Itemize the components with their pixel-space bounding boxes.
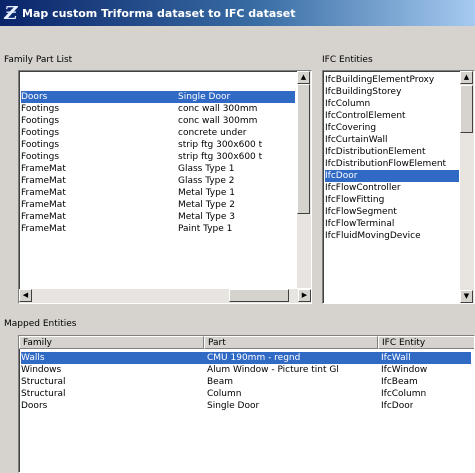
part-cell: Single Door — [178, 92, 231, 102]
mapped-entities-table[interactable]: Family Part IFC Entity Walls CMU 190mm - … — [18, 335, 475, 473]
ifc-entity-cell: IfcColumn — [381, 389, 427, 399]
part-cell: conc wall 300mm — [178, 116, 258, 126]
family-cell: Footings — [21, 104, 60, 114]
scroll-right-arrow-icon[interactable]: ▶ — [298, 289, 311, 302]
table-row[interactable]: Windows Alum Window - Picture tint Gl IfcW… — [21, 364, 471, 376]
list-item[interactable]: Footings conc wall 300mm — [21, 115, 295, 127]
ifc-entity-cell: IfcWindow — [381, 365, 428, 375]
part-cell: Metal Type 1 — [178, 188, 235, 198]
list-item[interactable]: FrameMat Metal Type 2 — [21, 199, 295, 211]
part-cell: Single Door — [207, 401, 260, 411]
mapped-entities-label: Mapped Entities — [4, 319, 77, 329]
part-cell: Metal Type 2 — [178, 200, 235, 210]
column-header-ifc-entity[interactable]: IFC Entity — [378, 336, 474, 349]
list-item[interactable]: Footings conc wall 300mm — [21, 103, 295, 115]
scroll-thumb[interactable] — [460, 85, 473, 133]
ifc-entity-item[interactable]: IfcCovering — [325, 122, 459, 134]
table-row[interactable]: Structural Column IfcColumn — [21, 388, 471, 400]
family-cell: Structural — [21, 377, 66, 387]
hscroll-thumb[interactable] — [229, 289, 289, 302]
column-header-part[interactable]: Part — [204, 336, 378, 349]
app-logo-icon: Ƶ — [4, 2, 18, 24]
part-cell: concrete under — [178, 128, 247, 138]
family-cell: Footings — [21, 116, 60, 126]
family-cell: FrameMat — [21, 212, 66, 222]
family-cell: Structural — [21, 389, 66, 399]
family-part-list-label: Family Part List — [4, 55, 73, 65]
ifc-entity-item[interactable]: IfcDistributionElement — [325, 146, 459, 158]
part-cell: Metal Type 3 — [178, 212, 235, 222]
ifc-entity-cell: IfcDoor — [381, 401, 414, 411]
ifc-entity-item[interactable]: IfcBuildingStorey — [325, 86, 459, 98]
part-cell: Paint Type 1 — [178, 224, 233, 234]
ifc-entity-item[interactable]: IfcControlElement — [325, 110, 459, 122]
scroll-up-arrow-icon[interactable]: ▲ — [460, 71, 473, 84]
family-cell: FrameMat — [21, 164, 66, 174]
family-part-list-vscroll[interactable]: ▲ ▼ — [297, 71, 311, 288]
part-cell: Column — [207, 389, 242, 399]
part-cell: Beam — [207, 377, 233, 387]
family-cell: Footings — [21, 152, 60, 162]
family-cell: Windows — [21, 365, 62, 375]
family-cell: Footings — [21, 140, 60, 150]
ifc-entity-cell: IfcWall — [381, 353, 411, 363]
list-item[interactable]: FrameMat Glass Type 1 — [21, 163, 295, 175]
ifc-entity-item[interactable]: IfcDoor — [325, 170, 459, 182]
title-bar[interactable]: Ƶ Map custom Triforma dataset to IFC dat… — [0, 0, 475, 26]
family-part-list[interactable]: Doors Single Door Footings conc wall 300mm F… — [18, 70, 312, 304]
part-cell: strip ftg 300x600 t — [178, 140, 263, 150]
family-cell: Walls — [21, 353, 45, 363]
ifc-entity-item[interactable]: IfcFluidMovingDevice — [325, 230, 459, 242]
list-item[interactable]: Footings concrete under — [21, 127, 295, 139]
ifc-entity-item[interactable]: IfcDistributionFlowElement — [325, 158, 459, 170]
ifc-entity-item[interactable]: IfcFlowTerminal — [325, 218, 459, 230]
ifc-entity-item[interactable]: IfcFlowSegment — [325, 206, 459, 218]
ifc-entities-list[interactable]: IfcBuildingElementProxy IfcBuildingStorey… — [322, 70, 475, 304]
family-cell: FrameMat — [21, 224, 66, 234]
ifc-entity-item[interactable]: IfcFlowController — [325, 182, 459, 194]
part-cell: strip ftg 300x600 t — [178, 152, 263, 162]
ifc-entity-item[interactable]: IfcFlowFitting — [325, 194, 459, 206]
list-item[interactable]: Doors Single Door — [21, 91, 295, 103]
family-part-list-hscroll[interactable]: ◀ ▶ — [19, 289, 311, 303]
part-cell: Glass Type 2 — [178, 176, 235, 186]
scroll-down-arrow-icon[interactable]: ▼ — [460, 290, 473, 303]
table-row[interactable]: Walls CMU 190mm - regnd IfcWall — [21, 352, 471, 364]
column-header-family[interactable]: Family — [19, 336, 204, 349]
scroll-left-arrow-icon[interactable]: ◀ — [19, 289, 32, 302]
family-cell: FrameMat — [21, 200, 66, 210]
ifc-entity-item[interactable]: IfcColumn — [325, 98, 459, 110]
list-item[interactable]: Footings strip ftg 300x600 t — [21, 139, 295, 151]
ifc-entity-item[interactable]: IfcBuildingElementProxy — [325, 74, 459, 86]
ifc-entities-label: IFC Entities — [322, 55, 373, 65]
window-title: Map custom Triforma dataset to IFC datas… — [22, 6, 296, 20]
ifc-entity-item[interactable]: IfcCurtainWall — [325, 134, 459, 146]
table-row[interactable]: Doors Single Door IfcDoor — [21, 400, 471, 412]
list-item[interactable]: FrameMat Glass Type 2 — [21, 175, 295, 187]
part-cell: Glass Type 1 — [178, 164, 235, 174]
ifc-entity-cell: IfcBeam — [381, 377, 418, 387]
part-cell: Alum Window - Picture tint Gl — [207, 365, 339, 375]
family-cell: Doors — [21, 401, 48, 411]
family-cell: FrameMat — [21, 176, 66, 186]
table-row[interactable]: Structural Beam IfcBeam — [21, 376, 471, 388]
list-item[interactable]: FrameMat Metal Type 3 — [21, 211, 295, 223]
part-cell: conc wall 300mm — [178, 104, 258, 114]
scroll-thumb[interactable] — [297, 84, 310, 214]
list-item[interactable]: FrameMat Metal Type 1 — [21, 187, 295, 199]
family-cell: Doors — [21, 92, 48, 102]
family-cell: FrameMat — [21, 188, 66, 198]
ifc-entities-vscroll[interactable]: ▲ ▼ — [460, 71, 474, 303]
part-cell: CMU 190mm - regnd — [207, 353, 301, 363]
list-item[interactable]: Footings strip ftg 300x600 t — [21, 151, 295, 163]
list-item[interactable]: FrameMat Paint Type 1 — [21, 223, 295, 235]
family-cell: Footings — [21, 128, 60, 138]
scroll-up-arrow-icon[interactable]: ▲ — [297, 71, 310, 84]
